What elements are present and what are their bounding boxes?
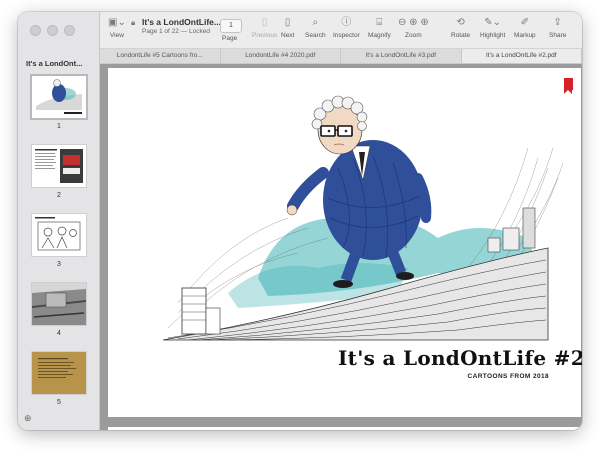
cover-cartoon-illustration bbox=[162, 95, 564, 341]
previous-page-icon: ▯ bbox=[261, 17, 268, 28]
search-icon: ⌕ bbox=[312, 17, 319, 28]
window-controls bbox=[30, 25, 75, 36]
lock-icon: 🔒︎ bbox=[131, 18, 136, 27]
page-thumbnail-2[interactable] bbox=[32, 145, 86, 187]
thumbnail-number: 2 bbox=[57, 192, 61, 199]
add-circle-icon[interactable]: ⊕ bbox=[24, 413, 32, 424]
thumbnail-image bbox=[32, 76, 86, 118]
magnify-label: Magnify bbox=[368, 32, 391, 39]
inspector-label: Inspector bbox=[333, 32, 360, 39]
preview-window: It's a LondOnt... 1 2 3 4 5 ⊕ ▣⌄ View 🔒︎… bbox=[18, 12, 582, 430]
document-status: Page 1 of 22 — Locked bbox=[142, 28, 210, 35]
tab-londontlife-4[interactable]: LondontLife #4 2020.pdf bbox=[221, 49, 341, 63]
pdf-page-1: It's a LondOntLife #2 CARTOONS FROM 2018 bbox=[108, 68, 582, 417]
thumbnail-image bbox=[31, 283, 87, 325]
thumbnail-image bbox=[32, 145, 86, 187]
sidebar-view-icon: ▣⌄ bbox=[108, 17, 126, 28]
search-label: Search bbox=[305, 32, 326, 39]
thumbnail-image bbox=[32, 214, 86, 256]
previous-page-button[interactable]: ▯ Previous bbox=[252, 17, 277, 39]
document-title[interactable]: It's a LondOntLife... bbox=[142, 17, 221, 27]
sidebar-title: It's a LondOnt... bbox=[26, 59, 83, 68]
zoom-icons: ⊖ ⊕ ⊕ bbox=[398, 17, 429, 28]
inspector-button[interactable]: ⓘ Inspector bbox=[333, 17, 360, 39]
share-label: Share bbox=[549, 32, 567, 39]
thumbnail-sidebar: It's a LondOnt... 1 2 3 4 5 ⊕ bbox=[18, 12, 100, 430]
tab-londontlife-3[interactable]: It's a LondOntLife #3.pdf bbox=[341, 49, 462, 63]
page-thumbnail-1[interactable] bbox=[32, 76, 86, 118]
thumbnail-number: 4 bbox=[57, 330, 61, 337]
share-button[interactable]: ⇪ Share bbox=[549, 17, 566, 39]
tab-londontlife-2[interactable]: It's a LondOntLife #2.pdf bbox=[461, 49, 582, 63]
info-icon: ⓘ bbox=[341, 17, 352, 28]
page-thumbnail-5[interactable] bbox=[32, 352, 86, 394]
tab-londontlife-5[interactable]: LondontLife #5 Cartoons fro... bbox=[100, 49, 221, 63]
page-thumbnail-4[interactable] bbox=[31, 283, 87, 325]
next-page-icon: ▯ bbox=[284, 17, 291, 28]
highlight-button[interactable]: ✎⌄ Highlight bbox=[480, 17, 505, 39]
zoom-label: Zoom bbox=[405, 32, 422, 39]
pdf-page-2 bbox=[108, 427, 581, 430]
view-menu-button[interactable]: ▣⌄ View bbox=[108, 17, 126, 39]
zoom-window-button[interactable] bbox=[64, 25, 75, 36]
highlight-label: Highlight bbox=[480, 32, 506, 39]
close-window-button[interactable] bbox=[30, 25, 41, 36]
zoom-controls[interactable]: ⊖ ⊕ ⊕ Zoom bbox=[398, 17, 429, 39]
previous-label: Previous bbox=[252, 32, 278, 39]
markup-pen-icon: ✐ bbox=[520, 17, 530, 28]
rotate-button[interactable]: ⟲ Rotate bbox=[451, 17, 470, 39]
thumbnail-number: 5 bbox=[57, 399, 61, 406]
magnifier-icon: ⌸ bbox=[376, 17, 383, 28]
toolbar: ▣⌄ View 🔒︎ It's a LondOntLife... Page 1 … bbox=[100, 12, 582, 49]
thumbnail-image bbox=[32, 352, 86, 394]
markup-button[interactable]: ✐ Markup bbox=[514, 17, 536, 39]
highlighter-icon: ✎⌄ bbox=[484, 17, 502, 28]
document-viewport[interactable]: It's a LondOntLife #2 CARTOONS FROM 2018 bbox=[100, 64, 582, 430]
cover-subtitle: CARTOONS FROM 2018 bbox=[467, 373, 549, 380]
magnify-button[interactable]: ⌸ Magnify bbox=[368, 17, 391, 39]
search-button[interactable]: ⌕ Search bbox=[305, 17, 326, 39]
thumbnail-number: 3 bbox=[57, 261, 61, 268]
rotate-label: Rotate bbox=[451, 32, 471, 39]
page-thumbnail-3[interactable] bbox=[32, 214, 86, 256]
page-label: Page bbox=[222, 35, 237, 42]
thumbnail-number: 1 bbox=[57, 123, 61, 130]
page-number-field[interactable]: 1 bbox=[220, 19, 242, 33]
cover-title: It's a LondOntLife #2 bbox=[338, 346, 582, 370]
view-label: View bbox=[109, 32, 124, 39]
next-label: Next bbox=[281, 32, 295, 39]
minimize-window-button[interactable] bbox=[47, 25, 58, 36]
rotate-icon: ⟲ bbox=[456, 17, 465, 28]
markup-label: Markup bbox=[514, 32, 536, 39]
next-page-button[interactable]: ▯ Next bbox=[281, 17, 294, 39]
page-label-text: Page bbox=[222, 35, 238, 42]
document-tabs: LondontLife #5 Cartoons fro... LondontLi… bbox=[100, 49, 582, 64]
share-icon: ⇪ bbox=[553, 17, 562, 28]
